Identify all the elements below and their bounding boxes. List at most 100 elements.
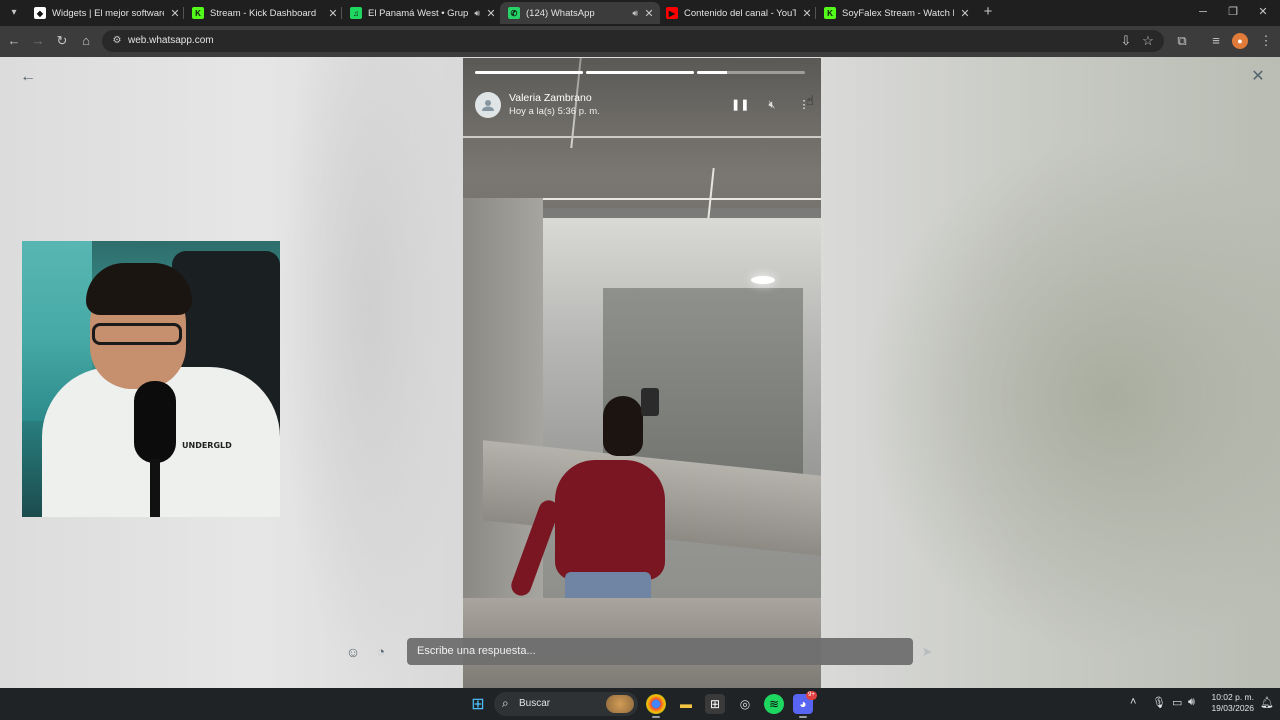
network-icon[interactable]: ▭: [1172, 696, 1182, 709]
address-bar[interactable]: ⚙ web.whatsapp.com: [102, 30, 1164, 52]
browser-toolbar: ← → ↻ ⌂ ⚙ web.whatsapp.com ⇩ ☆ ⧉ ≡ ● ⋮: [0, 26, 1280, 57]
webcam-glasses: [92, 323, 182, 345]
send-icon[interactable]: ➤: [918, 643, 936, 661]
tab-audio-icon[interactable]: 🔊︎: [632, 8, 638, 19]
site-info-icon[interactable]: ⚙: [110, 34, 124, 48]
media-control-icon[interactable]: ≡: [1208, 33, 1224, 49]
webcam-mic-arm: [150, 459, 160, 517]
restore-icon[interactable]: ❐: [1222, 4, 1244, 20]
tab-separator: [183, 7, 184, 19]
windows-start-icon[interactable]: ⊞: [468, 694, 488, 714]
weather-widget-icon[interactable]: [606, 695, 634, 713]
browser-tab[interactable]: ✆ (124) WhatsApp 🔊︎ ✕: [500, 2, 660, 24]
browser-menu-icon[interactable]: ⋮: [1258, 33, 1274, 49]
status-timestamp: Hoy a la(s) 5:36 p. m.: [509, 106, 600, 117]
tab-title: SoyFalex Stream - Watch Live o: [842, 7, 954, 19]
file-explorer-icon[interactable]: ▬: [676, 694, 696, 714]
status-story-viewer[interactable]: Valeria Zambrano Hoy a la(s) 5:36 p. m. …: [463, 58, 821, 688]
active-indicator: [652, 716, 660, 718]
microphone-icon[interactable]: 🎙︎: [1152, 696, 1166, 709]
blurred-background-right: [860, 137, 1280, 657]
shirt-logo-text: UNDERGLD: [182, 441, 232, 450]
tab-audio-icon[interactable]: 🔊︎: [474, 8, 480, 19]
browser-tab[interactable]: ◆ Widgets | El mejor software pa ✕: [26, 2, 186, 24]
default-avatar-icon: [482, 100, 494, 111]
status-progress-bars: [475, 71, 805, 74]
reply-input[interactable]: Escribe una respuesta...: [407, 638, 913, 665]
browser-tab[interactable]: K Stream - Kick Dashboard ✕: [184, 2, 344, 24]
tab-title: El Panamá West • Grupo La: [368, 7, 469, 19]
back-arrow-icon[interactable]: ←: [6, 33, 22, 49]
active-indicator: [799, 716, 807, 718]
contact-avatar[interactable]: [475, 92, 501, 118]
webcam-person-hair: [86, 263, 192, 315]
taskbar-clock[interactable]: 10:02 p. m. 19/03/2026: [1206, 692, 1254, 714]
status-back-arrow-icon[interactable]: ←: [18, 67, 38, 87]
tab-favicon-icon: ◆: [34, 7, 46, 19]
sticker-icon[interactable]: ◔: [372, 643, 390, 661]
pointer-hand-cursor-icon: ☝︎: [806, 93, 814, 108]
browser-tab[interactable]: ▶ Contenido del canal - YouTube ✕: [658, 2, 818, 24]
tab-separator: [815, 7, 816, 19]
taskbar-search[interactable]: ⌕ Buscar: [494, 692, 638, 716]
webcam-microphone: [134, 381, 176, 463]
extensions-puzzle-icon[interactable]: ⧉: [1174, 33, 1190, 49]
tab-close-icon[interactable]: ✕: [644, 7, 654, 20]
muted-speaker-icon[interactable]: 🔇︎: [763, 96, 781, 114]
pause-icon[interactable]: ❚❚: [731, 96, 749, 114]
search-icon: ⌕: [502, 696, 509, 710]
tab-favicon-icon: ✆: [508, 7, 520, 19]
window-close-icon[interactable]: ✕: [1252, 4, 1274, 20]
clock-time: 10:02 p. m.: [1211, 692, 1254, 702]
status-progress-fill: [697, 71, 728, 74]
forward-arrow-icon[interactable]: →: [30, 33, 46, 49]
notification-bell-icon[interactable]: 🔔︎: [1260, 696, 1274, 709]
chrome-icon[interactable]: [646, 694, 666, 714]
webcam-overlay: UNDERGLD: [22, 241, 280, 517]
tab-close-icon[interactable]: ✕: [486, 7, 496, 20]
volume-icon[interactable]: 🔊︎: [1188, 696, 1195, 709]
tab-title: Contenido del canal - YouTube: [684, 7, 796, 19]
tab-separator: [341, 7, 342, 19]
status-progress-fill: [586, 71, 694, 74]
status-progress-fill: [475, 71, 583, 74]
address-url: web.whatsapp.com: [128, 35, 214, 46]
photo-person-top: [555, 460, 665, 580]
tab-close-icon[interactable]: ✕: [960, 7, 970, 20]
install-app-icon[interactable]: ⇩: [1118, 33, 1134, 49]
bookmark-star-icon[interactable]: ☆: [1140, 33, 1156, 49]
photo-ceiling-light: [751, 276, 775, 284]
reload-icon[interactable]: ↻: [54, 33, 70, 49]
tab-title: Stream - Kick Dashboard: [210, 7, 317, 19]
spotify-icon[interactable]: ≋: [764, 694, 784, 714]
tab-favicon-icon: K: [192, 7, 204, 19]
new-tab-plus-icon[interactable]: +: [980, 4, 996, 20]
tray-chevron-up-icon[interactable]: ˄: [1130, 696, 1136, 708]
status-close-icon[interactable]: ✕: [1248, 67, 1268, 87]
obs-icon[interactable]: ◎: [735, 694, 755, 714]
browser-tab[interactable]: ♫ El Panamá West • Grupo La 🔊︎ ✕: [342, 2, 502, 24]
status-progress-segment: [475, 71, 583, 74]
photo-wall-tiles: [463, 198, 543, 658]
tab-search-chevron-icon[interactable]: ▾: [6, 5, 22, 21]
browser-tab[interactable]: K SoyFalex Stream - Watch Live o ✕: [816, 2, 976, 24]
photo-person-hair: [603, 396, 643, 456]
minimize-icon[interactable]: ─: [1192, 4, 1214, 20]
home-icon[interactable]: ⌂: [78, 33, 94, 49]
status-header: Valeria Zambrano Hoy a la(s) 5:36 p. m. …: [475, 92, 815, 122]
tab-close-icon[interactable]: ✕: [328, 7, 338, 20]
clock-date: 19/03/2026: [1211, 703, 1254, 713]
windows-taskbar: ⊞ ⌕ Buscar ▬ ⊞ ◎ ≋ ◕ 9+ ˄ 🎙︎ ▭ 🔊︎ 10:02 …: [0, 688, 1280, 720]
tab-close-icon[interactable]: ✕: [170, 7, 180, 20]
contact-name[interactable]: Valeria Zambrano: [509, 92, 592, 104]
status-progress-segment: [586, 71, 694, 74]
blurred-background: [280, 57, 460, 688]
microsoft-store-icon[interactable]: ⊞: [705, 694, 725, 714]
tab-close-icon[interactable]: ✕: [802, 7, 812, 20]
tab-title: Widgets | El mejor software pa: [52, 7, 164, 19]
emoji-icon[interactable]: ☺: [344, 643, 362, 661]
profile-avatar[interactable]: ●: [1232, 33, 1248, 49]
status-progress-segment: [697, 71, 805, 74]
whatsapp-status-page: ← ✕ UNDERGLD Valeria Zambrano Hoy a la(s…: [0, 57, 1280, 688]
reply-placeholder: Escribe una respuesta...: [417, 645, 536, 657]
